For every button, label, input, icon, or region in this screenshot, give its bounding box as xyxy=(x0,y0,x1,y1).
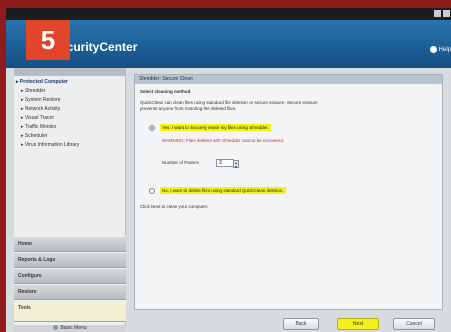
help-label: Help xyxy=(438,47,451,54)
step-number-badge: 5 xyxy=(26,20,70,60)
window-titlebar xyxy=(6,8,451,20)
next-button[interactable]: Next xyxy=(337,318,379,330)
back-button[interactable]: Back xyxy=(283,318,319,330)
app-window: SecurityCenter Help ▸ Protected Computer… xyxy=(6,8,451,332)
help-icon xyxy=(429,46,437,53)
panel-footer-text: Click Next to clean your computer. xyxy=(140,204,209,209)
nav-home[interactable]: Home xyxy=(14,236,126,252)
shred-warning-text: WARNING: Files deleted with Shredder can… xyxy=(162,138,285,143)
app-header: SecurityCenter Help xyxy=(6,20,451,68)
cancel-button[interactable]: Cancel xyxy=(393,318,435,330)
panel-description-line2: prevents anyone from restoring the delet… xyxy=(140,106,237,111)
panel-subheading: Select cleaning method xyxy=(140,89,191,94)
passes-label: Number of Passes xyxy=(162,160,200,165)
tree-item[interactable]: ▸ System Restore xyxy=(16,96,79,105)
nav-tools[interactable]: Tools xyxy=(14,300,126,322)
tree-item[interactable]: ▸ Traffic Monitor xyxy=(16,123,79,132)
nav-reports-logs[interactable]: Reports & Logs xyxy=(14,252,126,268)
panel-title: Shredder: Secure Clean xyxy=(135,75,442,84)
tree-item[interactable]: ▸ Virus Information Library xyxy=(16,141,79,150)
tree-item[interactable]: ▸ Shredder xyxy=(16,87,79,96)
basic-menu-icon xyxy=(53,325,59,331)
close-icon[interactable] xyxy=(443,10,450,17)
nav-configure[interactable]: Configure xyxy=(14,268,126,284)
radio-secure-erase[interactable] xyxy=(149,125,155,131)
basic-menu-button[interactable]: Basic Menu xyxy=(14,325,126,332)
tree-item[interactable]: ▸ Scheduler xyxy=(16,132,79,141)
tree-item[interactable]: ▸ Protected Computer xyxy=(16,78,79,87)
panel-description-line1: QuickClean can clean files using standar… xyxy=(140,100,318,105)
sidebar: ▸ Protected Computer ▸ Shredder ▸ System… xyxy=(14,68,126,332)
sidebar-header-bar xyxy=(14,68,126,76)
stepper-arrows-icon[interactable]: ▲ ▼ xyxy=(233,160,239,169)
tools-tree: ▸ Protected Computer ▸ Shredder ▸ System… xyxy=(16,78,79,150)
shredder-panel: Shredder: Secure Clean Select cleaning m… xyxy=(134,74,443,330)
tree-item[interactable]: ▸ Visual Tracer xyxy=(16,114,79,123)
basic-menu-label: Basic Menu xyxy=(60,325,87,331)
passes-stepper[interactable]: 3 ▲ ▼ xyxy=(216,159,239,169)
help-link[interactable]: Help xyxy=(429,46,451,54)
option-standard-delete-label[interactable]: No, I want to delete files using standar… xyxy=(160,187,286,194)
tree-item[interactable]: ▸ Network Activity xyxy=(16,105,79,114)
maximize-icon[interactable] xyxy=(434,10,441,17)
nav-restore[interactable]: Restore xyxy=(14,284,126,300)
radio-standard-delete[interactable] xyxy=(149,188,155,194)
passes-value: 3 xyxy=(219,160,222,166)
option-secure-erase-label[interactable]: Yes, I want to securely erase my files u… xyxy=(160,124,271,131)
